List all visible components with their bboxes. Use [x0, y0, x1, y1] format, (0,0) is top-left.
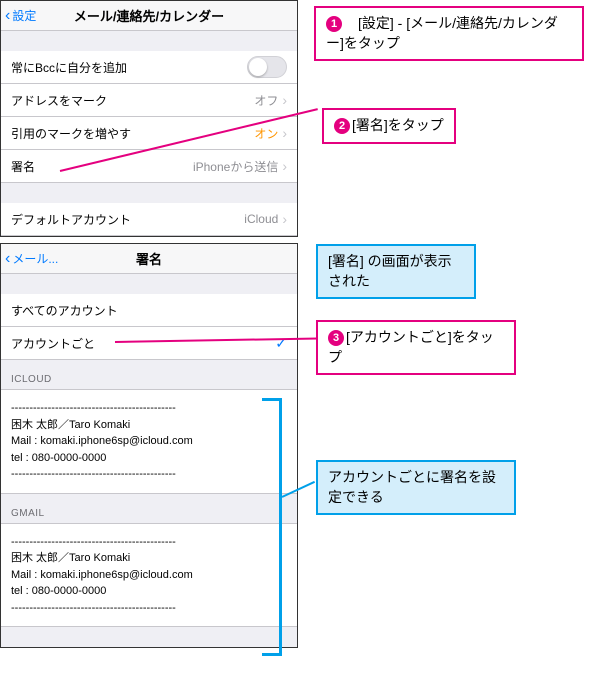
annotation-text: [設定] - [メール/連絡先/カレンダー]をタップ [326, 15, 558, 51]
chevron-left-icon: ‹ [5, 8, 10, 24]
nav-bar: ‹ メール... 署名 [1, 244, 297, 274]
bracket-icon [262, 398, 282, 656]
back-button[interactable]: ‹ 設定 [5, 7, 36, 24]
row-label: デフォルトアカウント [11, 211, 131, 228]
settings-screen-1: ‹ 設定 メール/連絡先/カレンダー 常にBccに自分を追加 アドレスをマーク … [0, 0, 298, 237]
row-value: iPhoneから送信 [193, 158, 278, 175]
row-bcc[interactable]: 常にBccに自分を追加 [1, 51, 297, 84]
row-label: 常にBccに自分を追加 [11, 59, 127, 76]
annotation-text: アカウントごとに署名を設定できる [328, 469, 496, 505]
annotation-text: [署名] の画面が表示された [328, 253, 452, 289]
signature-textbox-gmail[interactable]: ----------------------------------------… [1, 523, 297, 628]
chevron-right-icon: › [282, 92, 287, 108]
chevron-right-icon: › [282, 158, 287, 174]
row-value: オン [254, 125, 278, 142]
row-all-accounts[interactable]: すべてのアカウント [1, 294, 297, 327]
back-label: 設定 [12, 7, 36, 24]
annotation-text: [アカウントごと]をタップ [328, 329, 494, 365]
row-label: 引用のマークを増やす [11, 125, 131, 142]
annotation-info-2: アカウントごとに署名を設定できる [316, 460, 516, 515]
row-label: すべてのアカウント [11, 302, 118, 319]
chevron-right-icon: › [282, 125, 287, 141]
row-value: オフ [254, 92, 278, 109]
annotation-step-1: 1 [設定] - [メール/連絡先/カレンダー]をタップ [314, 6, 584, 61]
nav-bar: ‹ 設定 メール/連絡先/カレンダー [1, 1, 297, 31]
row-label: アカウントごと [11, 335, 95, 352]
chevron-left-icon: ‹ [5, 251, 10, 267]
annotation-step-3: 3[アカウントごと]をタップ [316, 320, 516, 375]
row-signature[interactable]: 署名 iPhoneから送信› [1, 150, 297, 183]
back-label: メール... [12, 250, 58, 267]
section-header-gmail: GMAIL [1, 494, 297, 523]
row-per-account[interactable]: アカウントごと ✓ [1, 327, 297, 360]
step-number-icon: 1 [326, 16, 342, 32]
page-title: メール/連絡先/カレンダー [7, 6, 291, 25]
chevron-right-icon: › [282, 211, 287, 227]
row-label: アドレスをマーク [11, 92, 107, 109]
switch-off-icon[interactable] [247, 56, 287, 78]
row-label: 署名 [11, 158, 35, 175]
row-mark-address[interactable]: アドレスをマーク オフ› [1, 84, 297, 117]
row-quote[interactable]: 引用のマークを増やす オン› [1, 117, 297, 150]
row-default-account[interactable]: デフォルトアカウント iCloud › [1, 203, 297, 236]
step-number-icon: 3 [328, 330, 344, 346]
annotation-text: [署名]をタップ [352, 117, 444, 133]
signature-textbox-icloud[interactable]: ----------------------------------------… [1, 389, 297, 494]
row-value: iCloud [244, 212, 278, 226]
signature-screen: ‹ メール... 署名 すべてのアカウント アカウントごと ✓ ICLOUD -… [0, 243, 298, 648]
step-number-icon: 2 [334, 118, 350, 134]
section-header-icloud: ICLOUD [1, 360, 297, 389]
back-button[interactable]: ‹ メール... [5, 250, 58, 267]
annotation-step-2: 2[署名]をタップ [322, 108, 456, 144]
annotation-info-1: [署名] の画面が表示された [316, 244, 476, 299]
